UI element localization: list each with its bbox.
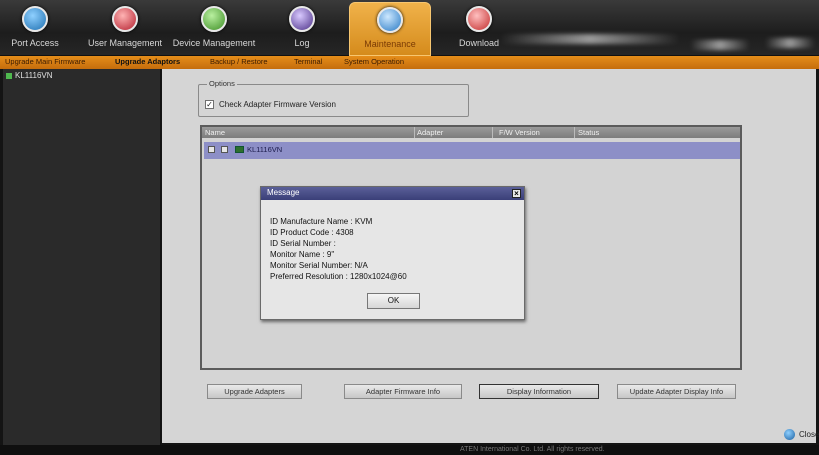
row-checkbox[interactable] <box>221 146 228 153</box>
table-header: Name Adapter F/W Version Status <box>202 127 740 138</box>
tab-device-management[interactable]: Device Management <box>172 2 256 56</box>
expand-toggle[interactable] <box>208 146 215 153</box>
message-line: ID Manufacture Name : KVM <box>270 217 373 226</box>
tab-label: Device Management <box>172 38 256 48</box>
column-header-status[interactable]: Status <box>578 128 599 137</box>
close-session-label[interactable]: Close <box>799 430 819 439</box>
sidebar: KL1116VN <box>3 69 161 447</box>
check-firmware-checkbox[interactable]: ✓ <box>205 100 214 109</box>
message-line: Preferred Resolution : 1280x1024@60 <box>270 272 407 281</box>
message-line: Monitor Serial Number: N/A <box>270 261 368 270</box>
decorative-glare <box>500 34 680 44</box>
tab-user-management[interactable]: User Management <box>86 2 164 56</box>
update-adapter-display-info-button[interactable]: Update Adapter Display Info <box>617 384 736 399</box>
tree-item-kl1116vn[interactable]: KL1116VN <box>6 71 53 80</box>
column-divider[interactable] <box>574 127 575 138</box>
column-divider[interactable] <box>414 127 415 138</box>
options-legend: Options <box>207 79 237 88</box>
ok-button[interactable]: OK <box>367 293 420 309</box>
sub-navigation: Upgrade Main Firmware Upgrade Adaptors B… <box>0 56 819 69</box>
top-navigation: Port Access User Management Device Manag… <box>0 0 819 56</box>
message-line: ID Product Code : 4308 <box>270 228 354 237</box>
column-divider[interactable] <box>492 127 493 138</box>
app-window: Port Access User Management Device Manag… <box>0 0 819 455</box>
display-information-button[interactable]: Display Information <box>479 384 599 399</box>
tab-label: Port Access <box>11 38 59 48</box>
dialog-title: Message <box>267 188 300 197</box>
column-header-name[interactable]: Name <box>205 128 225 137</box>
subnav-backup-restore[interactable]: Backup / Restore <box>210 57 268 66</box>
close-session-icon[interactable] <box>784 429 795 440</box>
subnav-system-operation[interactable]: System Operation <box>344 57 404 66</box>
subnav-terminal[interactable]: Terminal <box>294 57 322 66</box>
tab-label: User Management <box>87 38 163 48</box>
subnav-upgrade-main-firmware[interactable]: Upgrade Main Firmware <box>5 57 85 66</box>
tab-download[interactable]: Download <box>450 2 508 56</box>
decorative-glare <box>690 40 750 50</box>
tab-label: Maintenance <box>364 39 416 49</box>
tree-item-label: KL1116VN <box>15 71 53 80</box>
message-dialog: Message × ID Manufacture Name : KVM ID P… <box>260 186 525 320</box>
column-header-fw-version[interactable]: F/W Version <box>499 128 540 137</box>
table-row[interactable]: KL1116VN <box>204 142 740 159</box>
check-firmware-label[interactable]: Check Adapter Firmware Version <box>219 100 336 109</box>
tree-node-icon <box>6 72 12 79</box>
dialog-message: ID Manufacture Name : KVM ID Product Cod… <box>270 216 407 282</box>
subnav-upgrade-adaptors[interactable]: Upgrade Adaptors <box>115 57 180 66</box>
close-icon[interactable]: × <box>512 189 521 198</box>
tab-maintenance[interactable]: Maintenance <box>349 2 431 56</box>
user-management-icon <box>112 6 138 32</box>
column-header-adapter[interactable]: Adapter <box>417 128 443 137</box>
tab-port-access[interactable]: Port Access <box>4 2 66 56</box>
dialog-title-bar[interactable]: Message × <box>261 187 524 200</box>
decorative-glare <box>765 38 815 48</box>
message-line: Monitor Name : 9" <box>270 250 335 259</box>
row-name: KL1116VN <box>247 145 283 154</box>
kvm-device-icon <box>235 146 244 153</box>
log-icon <box>289 6 315 32</box>
adapter-firmware-info-button[interactable]: Adapter Firmware Info <box>344 384 462 399</box>
options-group: Options ✓ Check Adapter Firmware Version <box>198 79 469 117</box>
device-management-icon <box>201 6 227 32</box>
maintenance-icon <box>377 7 403 33</box>
port-access-icon <box>22 6 48 32</box>
footer: ATEN International Co. Ltd. All rights r… <box>0 445 819 455</box>
upgrade-adapters-button[interactable]: Upgrade Adapters <box>207 384 302 399</box>
download-icon <box>466 6 492 32</box>
tab-log[interactable]: Log <box>276 2 328 56</box>
tab-label: Log <box>294 38 310 48</box>
message-line: ID Serial Number : <box>270 239 336 248</box>
copyright-text: ATEN International Co. Ltd. All rights r… <box>460 446 605 453</box>
